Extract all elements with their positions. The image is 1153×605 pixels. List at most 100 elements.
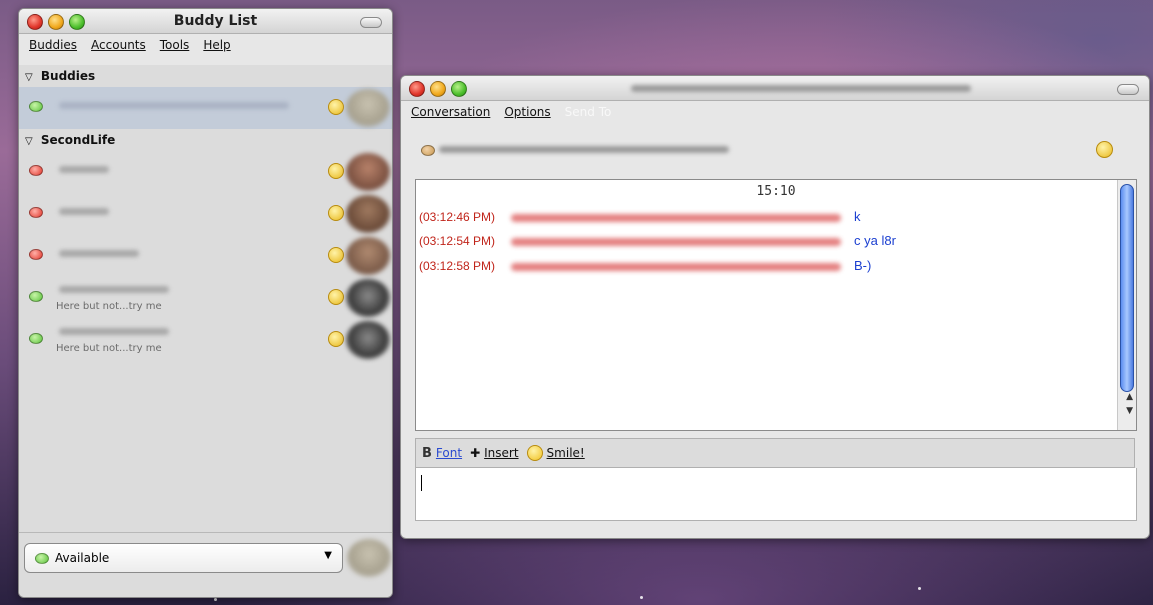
vertical-scrollbar[interactable]: ▲ ▼ bbox=[1117, 180, 1136, 430]
group-header-secondlife[interactable]: ▽ SecondLife bbox=[19, 129, 392, 151]
emoticon-icon bbox=[328, 247, 344, 263]
menu-help[interactable]: Help bbox=[203, 38, 230, 52]
expand-triangle-icon[interactable]: ▽ bbox=[25, 72, 33, 83]
desktop-star bbox=[640, 596, 643, 599]
status-selector[interactable]: Available ▼ bbox=[24, 543, 343, 573]
expand-triangle-icon[interactable]: ▽ bbox=[25, 136, 33, 147]
buddy-name-redacted bbox=[59, 166, 109, 173]
buddy-row[interactable] bbox=[19, 235, 392, 277]
title-bar[interactable]: Buddy List bbox=[19, 9, 392, 34]
my-avatar[interactable] bbox=[347, 539, 391, 577]
emoticon-icon bbox=[328, 331, 344, 347]
toolbar-toggle-button[interactable] bbox=[360, 17, 382, 28]
buddy-name-redacted bbox=[59, 328, 169, 335]
buddy-name-redacted bbox=[59, 102, 289, 109]
buddy-tree: ▽ Buddies ▽ SecondLife Here but not...tr… bbox=[19, 65, 392, 539]
buddy-status-message: Here but not...try me bbox=[56, 343, 162, 354]
insert-button[interactable]: ✚ Insert bbox=[470, 446, 518, 460]
font-button-label: Font bbox=[435, 446, 463, 460]
status-available-icon bbox=[29, 333, 43, 344]
avatar bbox=[346, 195, 390, 233]
sender-name-redacted bbox=[511, 214, 841, 222]
buddy-row[interactable]: Here but not...try me bbox=[19, 277, 392, 319]
status-available-icon bbox=[35, 552, 49, 564]
menu-options[interactable]: Options bbox=[504, 105, 550, 119]
status-available-icon bbox=[29, 291, 43, 302]
emoticon-icon bbox=[328, 205, 344, 221]
status-bar: Available ▼ bbox=[19, 532, 392, 597]
smile-button[interactable]: Smile! bbox=[526, 445, 585, 461]
dropdown-arrow-icon[interactable]: ▼ bbox=[324, 550, 332, 561]
status-available-icon bbox=[29, 101, 43, 112]
toolbar-toggle-button[interactable] bbox=[1117, 84, 1139, 95]
status-offline-icon bbox=[29, 165, 43, 176]
avatar bbox=[346, 153, 390, 191]
buddy-name-redacted bbox=[59, 286, 169, 293]
emoticon-icon bbox=[1096, 141, 1113, 158]
time-header: 15:10 bbox=[756, 184, 796, 199]
window-title-redacted bbox=[631, 85, 971, 92]
scroll-down-icon[interactable]: ▼ bbox=[1126, 406, 1133, 416]
menu-accounts[interactable]: Accounts bbox=[91, 38, 146, 52]
status-offline-icon bbox=[29, 249, 43, 260]
group-name: SecondLife bbox=[40, 133, 116, 147]
message-text: B-) bbox=[854, 258, 872, 273]
menu-conversation[interactable]: Conversation bbox=[411, 105, 490, 119]
format-toolbar: B Font ✚ Insert Smile! bbox=[415, 438, 1135, 468]
menu-bar: Buddies Accounts Tools Help bbox=[19, 34, 392, 56]
buddy-name-redacted bbox=[59, 250, 139, 257]
menu-bar: Conversation Options Send To bbox=[401, 101, 1149, 123]
menu-buddies[interactable]: Buddies bbox=[29, 38, 77, 52]
avatar bbox=[346, 237, 390, 275]
conversation-window: Conversation Options Send To 15:10 (03:1… bbox=[400, 75, 1150, 539]
message-history[interactable]: 15:10 (03:12:46 PM) k (03:12:54 PM) c ya… bbox=[415, 179, 1137, 431]
conversation-header bbox=[401, 123, 1149, 179]
bold-b-icon: B bbox=[422, 445, 432, 461]
message-line: (03:12:54 PM) bbox=[419, 234, 495, 248]
message-text: c ya l8r bbox=[854, 233, 896, 248]
buddy-row[interactable] bbox=[19, 151, 392, 193]
buddy-row[interactable] bbox=[19, 193, 392, 235]
close-button[interactable] bbox=[409, 81, 425, 97]
avatar bbox=[346, 279, 390, 317]
insert-plus-icon: ✚ bbox=[470, 446, 481, 460]
message-text: k bbox=[854, 209, 861, 224]
font-button[interactable]: B Font bbox=[422, 446, 462, 461]
menu-tools[interactable]: Tools bbox=[160, 38, 190, 52]
message-line: (03:12:46 PM) bbox=[419, 210, 495, 224]
desktop-star bbox=[918, 587, 921, 590]
minimize-button[interactable] bbox=[430, 81, 446, 97]
status-selector-value: Available bbox=[55, 551, 110, 565]
message-input[interactable] bbox=[415, 468, 1137, 521]
title-bar[interactable] bbox=[401, 76, 1149, 101]
scroll-up-icon[interactable]: ▲ bbox=[1126, 392, 1133, 402]
sender-name-redacted bbox=[511, 238, 841, 246]
smile-button-label: Smile! bbox=[546, 446, 585, 460]
message-timestamp: (03:12:46 PM) bbox=[419, 210, 496, 224]
scrollbar-thumb[interactable] bbox=[1120, 184, 1134, 392]
buddy-row[interactable] bbox=[19, 87, 392, 129]
emoticon-icon bbox=[328, 289, 344, 305]
avatar bbox=[346, 321, 390, 359]
message-timestamp: (03:12:54 PM) bbox=[419, 234, 496, 248]
emoticon-icon bbox=[328, 99, 344, 115]
menu-send-to[interactable]: Send To bbox=[565, 105, 612, 119]
status-away-icon bbox=[421, 145, 435, 156]
smiley-icon bbox=[526, 445, 543, 461]
group-header-buddies[interactable]: ▽ Buddies bbox=[19, 65, 392, 87]
buddy-row[interactable]: Here but not...try me bbox=[19, 319, 392, 361]
group-name: Buddies bbox=[40, 69, 96, 83]
emoticon-icon bbox=[328, 163, 344, 179]
window-title: Buddy List bbox=[173, 13, 258, 29]
desktop-star bbox=[214, 598, 217, 601]
avatar bbox=[346, 89, 390, 127]
message-timestamp: (03:12:58 PM) bbox=[419, 259, 496, 273]
contact-name-redacted bbox=[439, 146, 729, 153]
status-offline-icon bbox=[29, 207, 43, 218]
buddy-status-message: Here but not...try me bbox=[56, 301, 162, 312]
zoom-button[interactable] bbox=[451, 81, 467, 97]
text-caret bbox=[421, 475, 422, 491]
buddy-list-window: Buddy List Buddies Accounts Tools Help ▽… bbox=[18, 8, 393, 598]
sender-name-redacted bbox=[511, 263, 841, 271]
message-line: (03:12:58 PM) bbox=[419, 259, 495, 273]
